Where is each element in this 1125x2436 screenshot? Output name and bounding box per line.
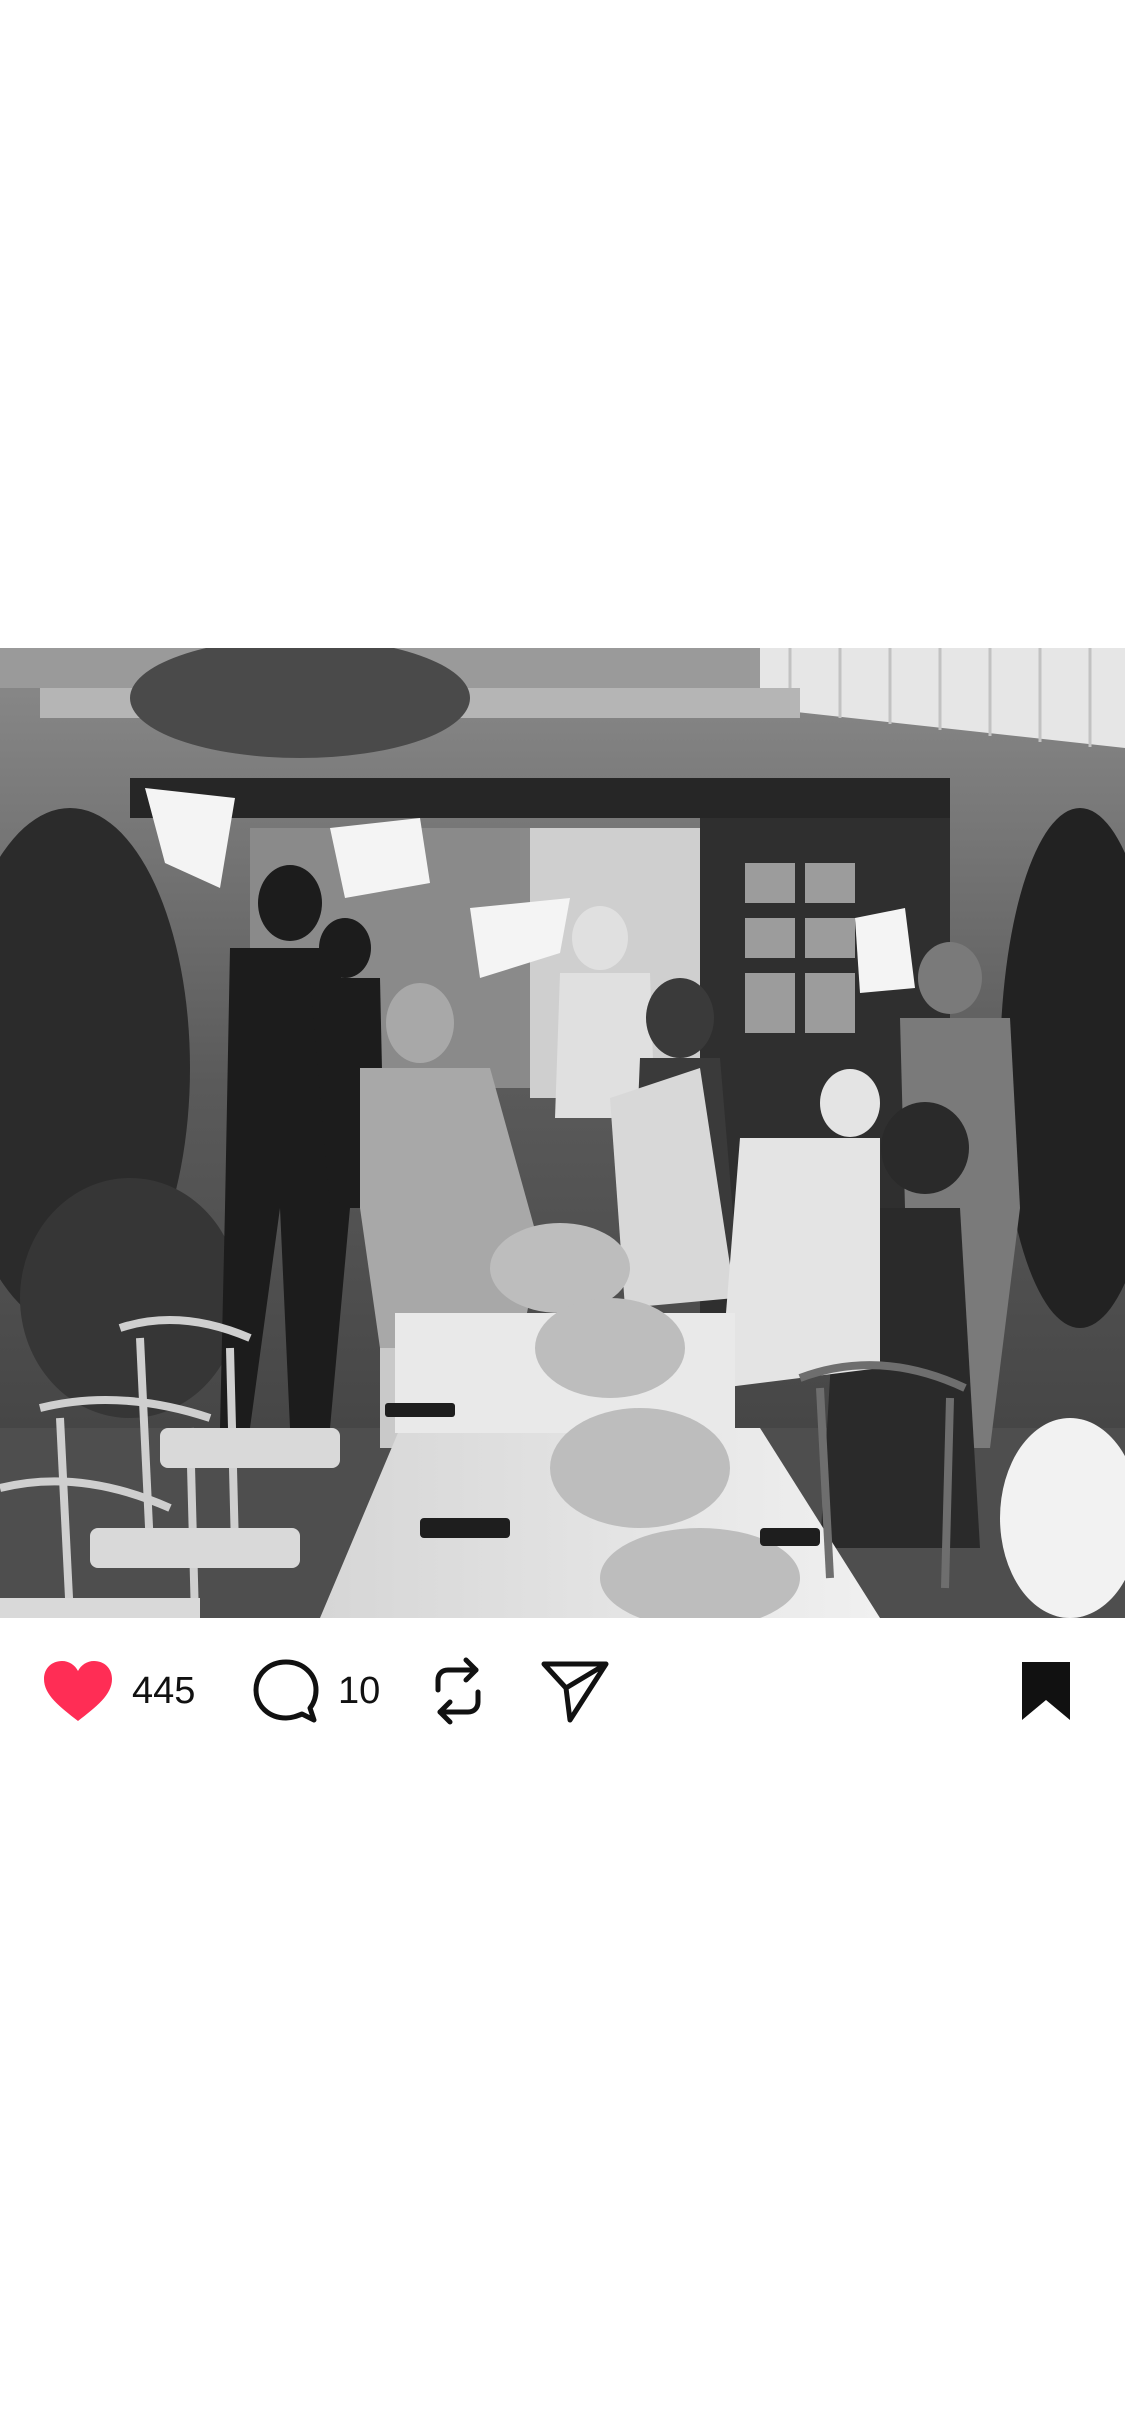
comment-count: 10 (338, 1670, 381, 1712)
comment-bubble-icon (253, 1659, 319, 1723)
bookmark-filled-icon (1022, 1662, 1070, 1720)
like-count: 445 (132, 1670, 196, 1712)
post-action-bar: 445 10 (0, 1656, 1125, 1726)
like-button[interactable]: 445 (42, 1656, 195, 1726)
share-button[interactable] (540, 1656, 610, 1726)
comment-button[interactable]: 10 (252, 1656, 380, 1726)
post-photo-illustration (0, 648, 1125, 1618)
bookmark-button[interactable] (1018, 1656, 1074, 1726)
send-icon (541, 1661, 609, 1723)
repost-button[interactable] (428, 1656, 488, 1726)
repost-icon (435, 1657, 481, 1725)
post-photo[interactable] (0, 648, 1125, 1618)
heart-filled-icon (44, 1661, 112, 1721)
